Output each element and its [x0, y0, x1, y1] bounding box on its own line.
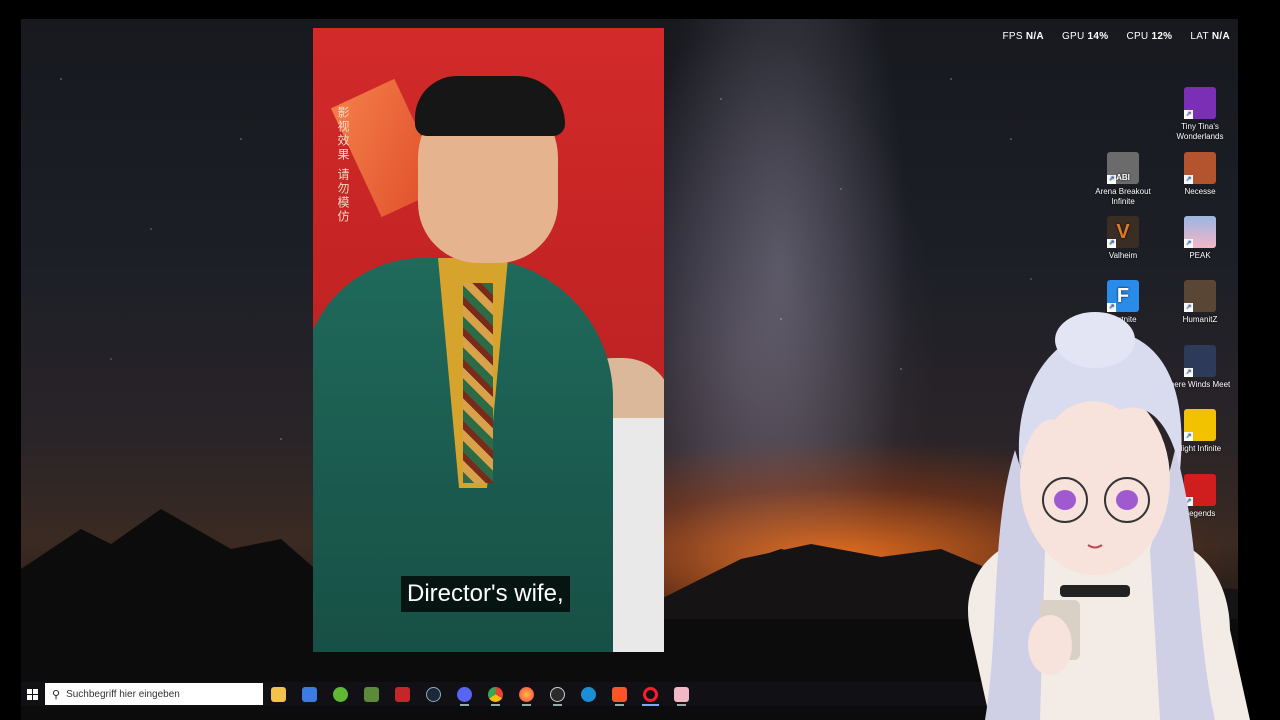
- video-calligraphy: 影视效果 请勿模仿: [336, 106, 350, 224]
- stat-gpu: GPU 14%: [1061, 31, 1109, 42]
- battle-net-icon: [581, 686, 596, 702]
- performance-overlay: FPS N/A GPU 14% CPU 12% LAT N/A: [1002, 31, 1230, 42]
- stat-lat: LAT N/A: [1190, 31, 1230, 42]
- taskbar-chrome[interactable]: [480, 682, 511, 706]
- valheim-icon: V ↗: [1107, 216, 1139, 248]
- discord-icon: [457, 686, 472, 702]
- taskbar-xbox[interactable]: [325, 682, 356, 706]
- tiny-tinas-wonderlands-icon: ↗: [1184, 87, 1216, 119]
- video-player[interactable]: 影视效果 请勿模仿 Director's wife,: [313, 28, 664, 652]
- taskbar-discord[interactable]: [449, 682, 480, 706]
- peak-icon: ↗: [1184, 216, 1216, 248]
- man-hair: [415, 76, 565, 136]
- taskbar-mrbeast[interactable]: [387, 682, 418, 706]
- taskbar-firefox[interactable]: [511, 682, 542, 706]
- desktop-shortcut-tiny-tinas-wonderlands[interactable]: ↗ Tiny Tina's Wonderlands: [1166, 87, 1234, 142]
- brave-icon: [612, 686, 627, 702]
- microsoft-store-icon: [302, 686, 317, 702]
- stat-cpu: CPU 12%: [1126, 31, 1173, 42]
- chrome-icon: [488, 686, 503, 702]
- taskbar-opera[interactable]: [635, 682, 666, 706]
- taskbar-microsoft-store[interactable]: [294, 682, 325, 706]
- stat-fps: FPS N/A: [1002, 31, 1044, 42]
- desktop-shortcut-arena-breakout-infinite[interactable]: ABI ↗ Arena Breakout Infinite: [1089, 152, 1157, 207]
- video-subtitle: Director's wife,: [401, 576, 570, 612]
- opera-icon: [643, 686, 658, 702]
- vtuber-avatar: [968, 312, 1250, 720]
- taskbar-steam[interactable]: [418, 682, 449, 706]
- mrbeast-icon: [395, 686, 410, 702]
- taskbar-file-explorer[interactable]: [263, 682, 294, 706]
- desktop-shortcut-valheim[interactable]: V ↗ Valheim: [1089, 216, 1157, 261]
- arena-breakout-icon: ABI ↗: [1107, 152, 1139, 184]
- taskbar-vtube-studio[interactable]: [666, 682, 697, 706]
- necesse-icon: ↗: [1184, 152, 1216, 184]
- start-button[interactable]: [21, 682, 43, 706]
- patterned-tie: [463, 283, 493, 483]
- steam-icon: [426, 686, 441, 702]
- xbox-icon: [333, 686, 348, 702]
- minecraft-icon: [364, 686, 379, 702]
- vtube-studio-icon: [674, 686, 689, 702]
- taskbar-brave[interactable]: [604, 682, 635, 706]
- taskbar-search-box[interactable]: ⚲ Suchbegriff hier eingeben: [45, 683, 263, 705]
- desktop-shortcut-necesse[interactable]: ↗ Necesse: [1166, 152, 1234, 197]
- taskbar-obs[interactable]: [542, 682, 573, 706]
- taskbar-battle-net[interactable]: [573, 682, 604, 706]
- firefox-icon: [519, 686, 534, 702]
- taskbar-minecraft[interactable]: [356, 682, 387, 706]
- file-explorer-icon: [271, 686, 286, 702]
- search-icon: ⚲: [52, 688, 61, 701]
- search-placeholder: Suchbegriff hier eingeben: [66, 688, 180, 700]
- desktop-shortcut-peak[interactable]: ↗ PEAK: [1166, 216, 1234, 261]
- obs-icon: [550, 686, 565, 702]
- windows-logo-icon: [26, 688, 38, 700]
